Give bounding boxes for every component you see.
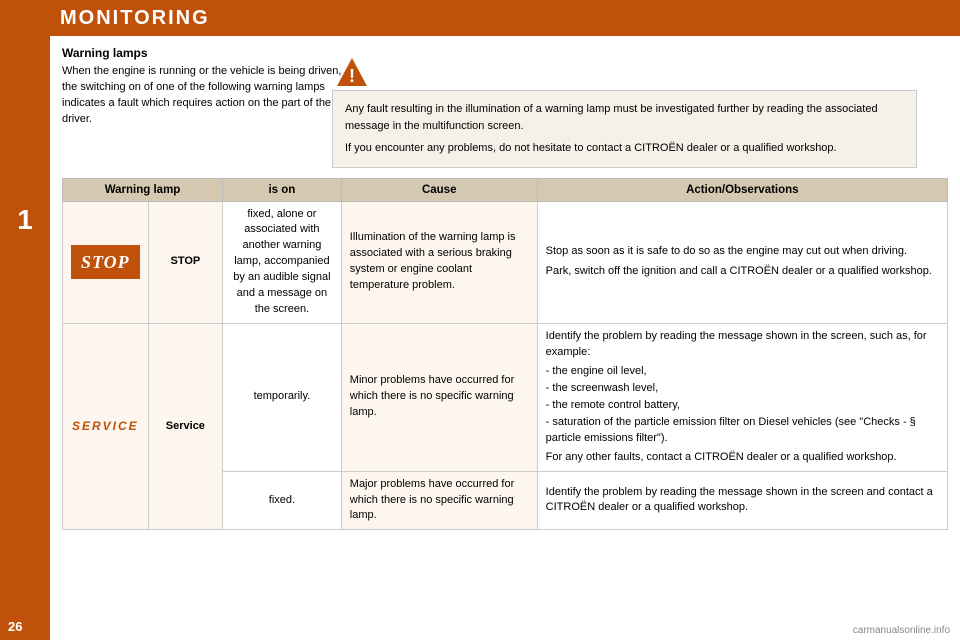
service-is-on-1: temporarily. bbox=[223, 324, 342, 472]
main-content: Warning lamps When the engine is running… bbox=[50, 36, 960, 640]
stop-cause: Illumination of the warning lamp is asso… bbox=[341, 201, 537, 324]
stop-is-on: fixed, alone or associated with another … bbox=[223, 201, 342, 324]
sidebar-number: 1 bbox=[17, 204, 33, 236]
stop-symbol-box: STOP bbox=[71, 245, 140, 279]
header-bar: MONITORING bbox=[0, 0, 960, 36]
svg-text:!: ! bbox=[349, 66, 355, 86]
table-row-service-1: SERVICE Service temporarily. Minor probl… bbox=[63, 324, 948, 472]
service-lamp-name: Service bbox=[148, 324, 222, 530]
page-number: 26 bbox=[8, 619, 22, 634]
warning-lamps-section: Warning lamps When the engine is running… bbox=[62, 46, 332, 128]
table-header-is-on: is on bbox=[223, 178, 342, 201]
table-header-cause: Cause bbox=[341, 178, 537, 201]
table-header-action: Action/Observations bbox=[537, 178, 947, 201]
alert-line2: If you encounter any problems, do not he… bbox=[345, 140, 904, 157]
stop-action: Stop as soon as it is safe to do so as t… bbox=[537, 201, 947, 324]
service-action-2: Identify the problem by reading the mess… bbox=[537, 471, 947, 530]
table-header-lamp: Warning lamp bbox=[63, 178, 223, 201]
stop-lamp-symbol: STOP bbox=[63, 201, 149, 324]
table-row-stop: STOP STOP fixed, alone or associated wit… bbox=[63, 201, 948, 324]
alert-icon: ! bbox=[335, 56, 369, 90]
page-title: MONITORING bbox=[60, 7, 210, 30]
alert-box: Any fault resulting in the illumination … bbox=[332, 90, 917, 168]
warning-lamps-title: Warning lamps bbox=[62, 46, 332, 60]
service-action-1: Identify the problem by reading the mess… bbox=[537, 324, 947, 472]
alert-line1: Any fault resulting in the illumination … bbox=[345, 101, 904, 134]
service-cause-2: Major problems have occurred for which t… bbox=[341, 471, 537, 530]
warning-table: Warning lamp is on Cause Action/Observat… bbox=[62, 178, 948, 531]
stop-lamp-name: STOP bbox=[148, 201, 222, 324]
warning-lamps-description: When the engine is running or the vehicl… bbox=[62, 64, 342, 128]
service-cause-1: Minor problems have occurred for which t… bbox=[341, 324, 537, 472]
service-is-on-2: fixed. bbox=[223, 471, 342, 530]
watermark: carmanualsonline.info bbox=[853, 625, 950, 636]
service-lamp-symbol: SERVICE bbox=[63, 324, 149, 530]
sidebar-tab: 1 26 bbox=[0, 0, 50, 640]
